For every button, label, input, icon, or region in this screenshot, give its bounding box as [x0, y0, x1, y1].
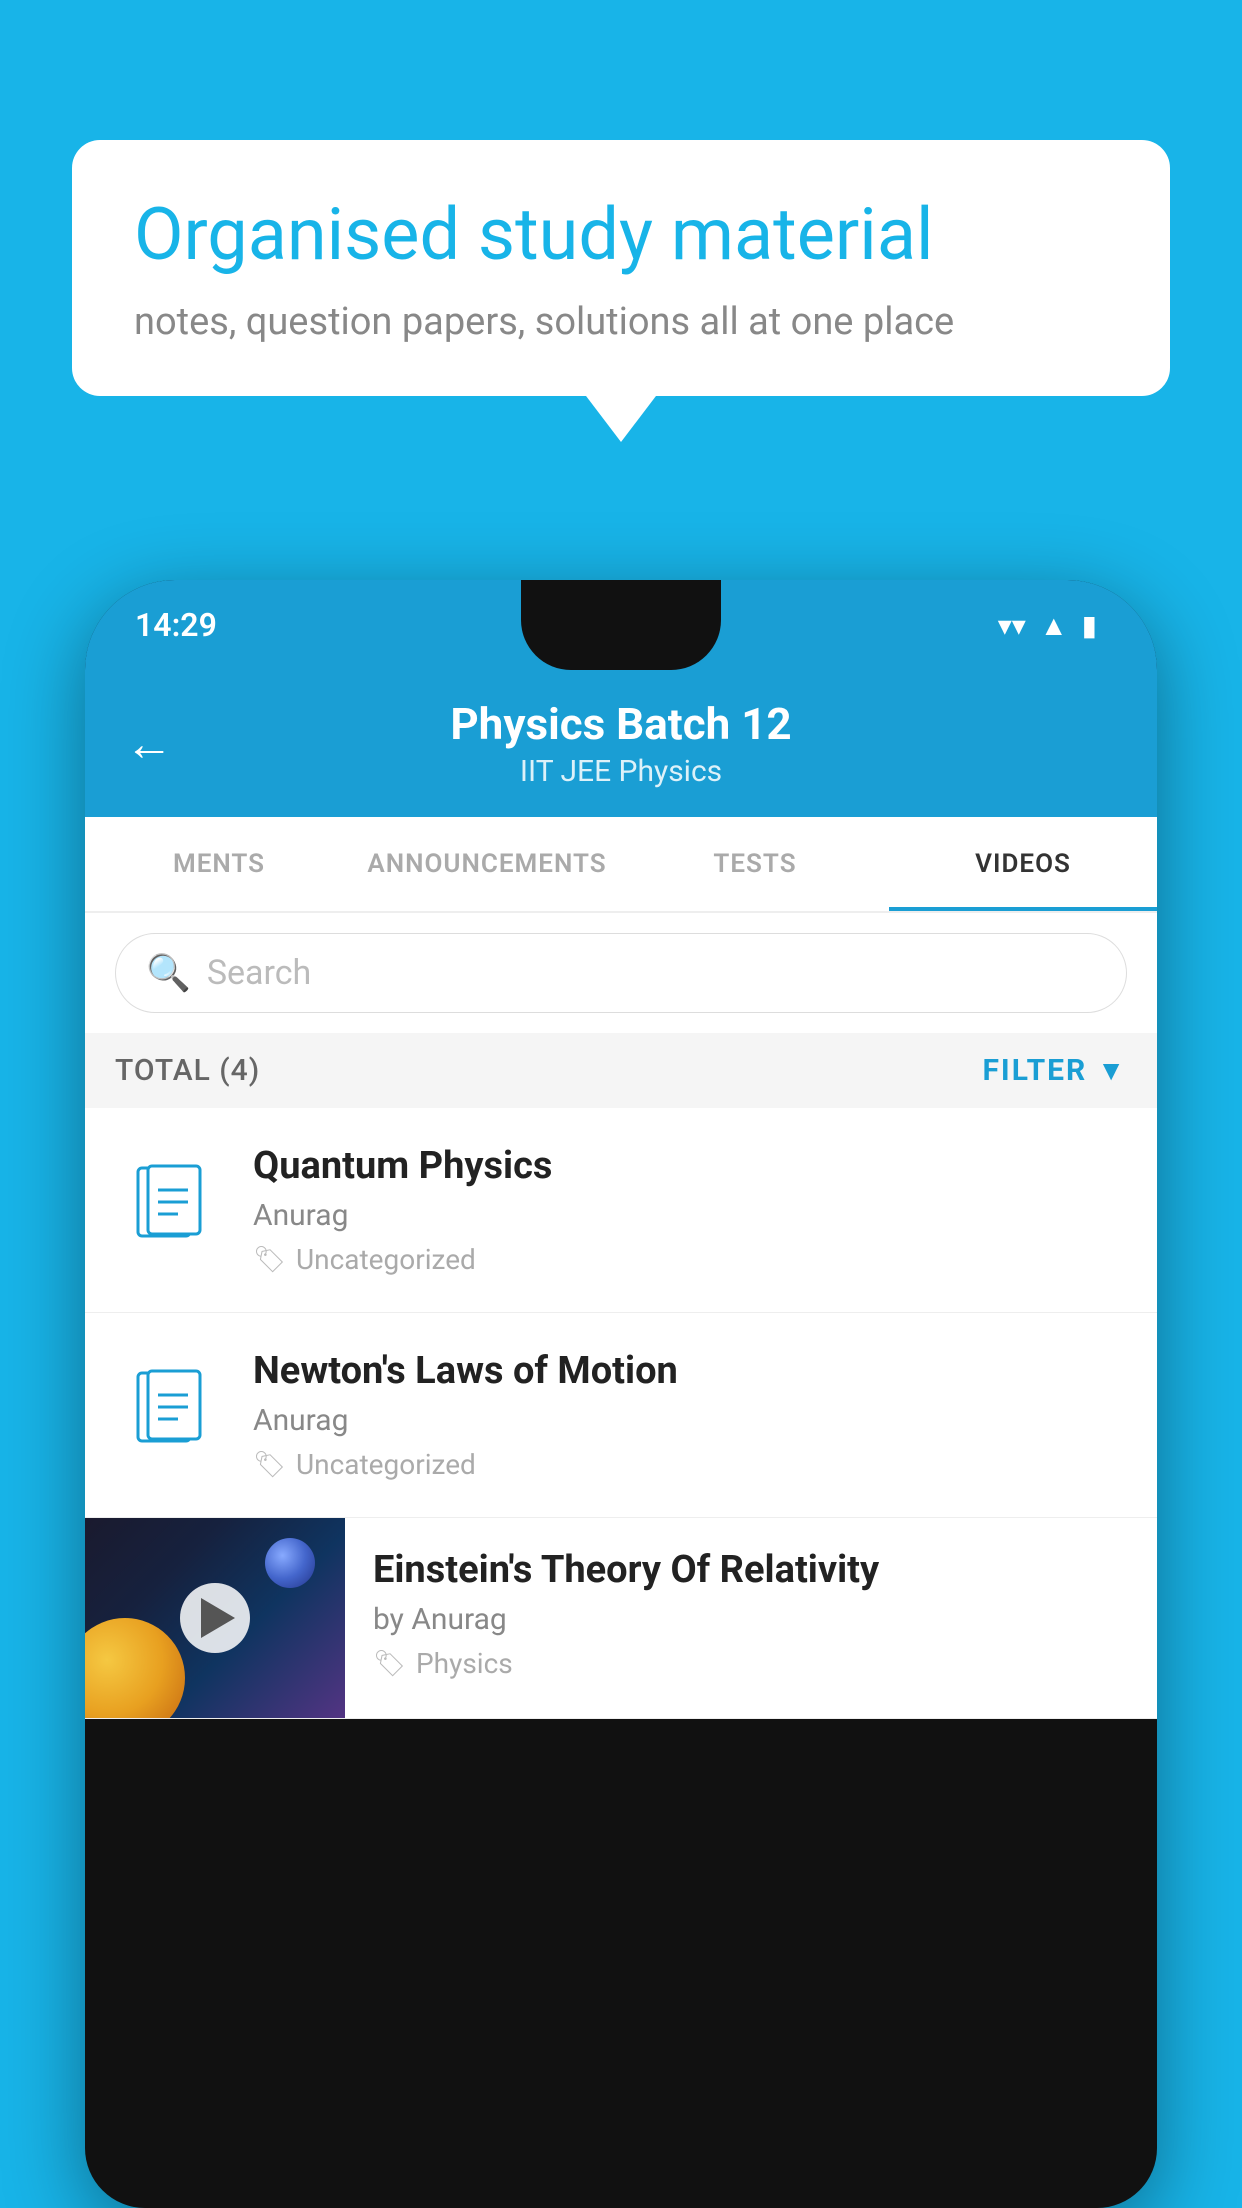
filter-button[interactable]: FILTER ▼ — [982, 1053, 1127, 1088]
video-author: by Anurag — [373, 1602, 1127, 1637]
filter-funnel-icon: ▼ — [1097, 1054, 1127, 1087]
video-tag: 🏷 Uncategorized — [253, 1448, 1127, 1481]
header-title: Physics Batch 12 — [203, 698, 1039, 750]
tab-tests[interactable]: TESTS — [621, 817, 889, 911]
list-item[interactable]: Quantum Physics Anurag 🏷 Uncategorized — [85, 1108, 1157, 1313]
tab-videos[interactable]: VIDEOS — [889, 817, 1157, 911]
header-subtitle: IIT JEE Physics — [203, 754, 1039, 789]
tab-ments[interactable]: MENTS — [85, 817, 353, 911]
search-input[interactable]: Search — [207, 953, 311, 993]
list-item[interactable]: Newton's Laws of Motion Anurag 🏷 Uncateg… — [85, 1313, 1157, 1518]
back-button[interactable]: ← — [125, 715, 173, 772]
video-info: Newton's Laws of Motion Anurag 🏷 Uncateg… — [253, 1349, 1127, 1481]
video-doc-icon-container — [115, 1155, 225, 1265]
status-bar: 14:29 ▾▾ ▲ ▮ — [85, 580, 1157, 670]
battery-icon: ▮ — [1082, 609, 1097, 642]
video-title: Newton's Laws of Motion — [253, 1349, 1127, 1393]
search-icon: 🔍 — [146, 952, 191, 994]
video-author: Anurag — [253, 1198, 1127, 1233]
video-title: Einstein's Theory Of Relativity — [373, 1548, 1127, 1592]
tab-announcements[interactable]: ANNOUNCEMENTS — [353, 817, 621, 911]
video-thumbnail — [85, 1518, 345, 1718]
tag-icon: 🏷 — [253, 1245, 286, 1275]
status-icons: ▾▾ ▲ ▮ — [998, 609, 1097, 642]
play-button[interactable] — [180, 1583, 250, 1653]
document-icon — [130, 1162, 210, 1258]
list-item[interactable]: Einstein's Theory Of Relativity by Anura… — [85, 1518, 1157, 1719]
header-text: Physics Batch 12 IIT JEE Physics — [203, 698, 1039, 789]
play-icon — [201, 1598, 235, 1638]
planet-small — [265, 1538, 315, 1588]
status-time: 14:29 — [135, 606, 217, 644]
planet-large — [85, 1618, 185, 1718]
speech-bubble: Organised study material notes, question… — [72, 140, 1170, 396]
wifi-icon: ▾▾ — [998, 609, 1026, 642]
video-list: Quantum Physics Anurag 🏷 Uncategorized — [85, 1108, 1157, 1719]
phone-frame: 14:29 ▾▾ ▲ ▮ ← Physics Batch 12 IIT JEE … — [85, 580, 1157, 2208]
document-icon — [130, 1367, 210, 1463]
video-doc-icon-container — [115, 1360, 225, 1470]
tag-icon: 🏷 — [253, 1450, 286, 1480]
filter-bar: TOTAL (4) FILTER ▼ — [85, 1033, 1157, 1108]
search-container: 🔍 Search — [85, 913, 1157, 1033]
total-count: TOTAL (4) — [115, 1053, 260, 1088]
video-info: Einstein's Theory Of Relativity by Anura… — [345, 1518, 1127, 1710]
tabs-bar: MENTS ANNOUNCEMENTS TESTS VIDEOS — [85, 817, 1157, 913]
video-info: Quantum Physics Anurag 🏷 Uncategorized — [253, 1144, 1127, 1276]
bubble-title: Organised study material — [134, 192, 1108, 278]
signal-icon: ▲ — [1040, 609, 1068, 642]
app-header: ← Physics Batch 12 IIT JEE Physics — [85, 670, 1157, 817]
video-tag: 🏷 Physics — [373, 1647, 1127, 1680]
tag-icon: 🏷 — [373, 1649, 406, 1679]
video-tag: 🏷 Uncategorized — [253, 1243, 1127, 1276]
search-bar[interactable]: 🔍 Search — [115, 933, 1127, 1013]
video-title: Quantum Physics — [253, 1144, 1127, 1188]
bubble-subtitle: notes, question papers, solutions all at… — [134, 300, 1108, 344]
video-author: Anurag — [253, 1403, 1127, 1438]
